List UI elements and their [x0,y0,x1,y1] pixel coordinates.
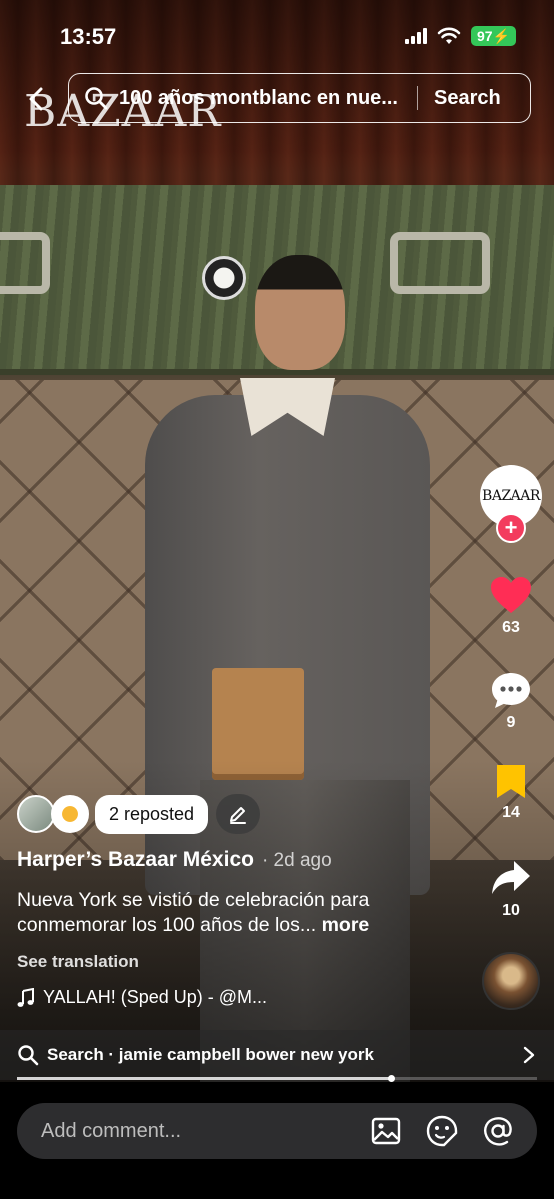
status-indicators: 97⚡ [404,26,516,46]
like-button[interactable]: 63 [480,575,542,637]
follow-button[interactable]: + [496,513,526,543]
charging-bolt-icon: ⚡ [492,28,510,44]
bookmark-icon [497,765,525,798]
author-row: Harper’s Bazaar México · 2d ago [17,848,332,872]
person-head [255,255,345,370]
related-search-label: Search · jamie campbell bower new york [47,1045,374,1064]
status-time: 13:57 [60,24,117,49]
reposted-pill[interactable]: 2 reposted [95,794,209,834]
caption-more-link[interactable]: more [322,914,370,936]
comment-input-bar[interactable]: Add comment... [17,1103,537,1159]
caption-text: Nueva York se vistió de celebración para… [17,889,370,936]
bag-buckle [0,232,50,294]
repost-row[interactable]: 2 reposted [17,794,261,834]
battery-indicator: 97⚡ [470,26,516,46]
share-arrow-icon [492,861,530,894]
creator-avatar-group[interactable]: BAZAAR + [480,465,542,545]
chevron-right-icon [523,1046,535,1064]
search-icon [18,1045,39,1066]
search-icon [85,87,108,110]
video-progress-bar[interactable] [17,1075,537,1082]
bag-buckle [390,232,490,294]
related-search-bar[interactable]: Search · jamie campbell bower new york [0,1030,554,1080]
cellular-signal-icon [404,28,427,44]
share-count: 10 [502,902,520,919]
share-button[interactable]: 10 [480,858,542,920]
reposter-avatar[interactable] [17,795,55,833]
mention-at-icon[interactable] [481,1114,515,1148]
emoji-sticker-icon[interactable] [425,1114,459,1148]
search-bar[interactable]: 100 años montblanc en nue... Search [68,73,531,123]
edit-button[interactable] [216,794,261,834]
save-button[interactable]: 14 [480,762,542,822]
search-divider [417,86,418,110]
music-row[interactable]: YALLAH! (Sped Up) - @M... [17,987,267,1008]
like-count: 63 [502,619,520,636]
save-count: 14 [502,804,520,821]
reposter-avatar-sun-icon[interactable] [51,795,89,833]
image-icon[interactable] [369,1114,403,1148]
music-disc-icon[interactable] [482,952,540,1010]
post-caption[interactable]: Nueva York se vistió de celebración para… [17,888,457,938]
comment-button[interactable]: 9 [480,670,542,732]
heart-icon [491,577,531,613]
montblanc-emblem [202,256,246,300]
video-progress-fill [17,1077,392,1080]
comment-input[interactable]: Add comment... [41,1120,369,1143]
music-title: YALLAH! (Sped Up) - @M... [43,987,268,1007]
back-chevron-icon[interactable] [22,84,52,114]
pencil-icon [230,807,247,824]
search-query[interactable]: 100 años montblanc en nue... [119,87,409,110]
comment-count: 9 [506,714,516,731]
music-note-icon [17,987,34,1007]
see-translation-link[interactable]: See translation [17,952,139,972]
wifi-icon [437,27,461,44]
author-name[interactable]: Harper’s Bazaar México [17,848,254,872]
search-button[interactable]: Search [434,87,501,110]
comment-bubble-icon [492,673,530,708]
post-time: · 2d ago [261,850,332,871]
